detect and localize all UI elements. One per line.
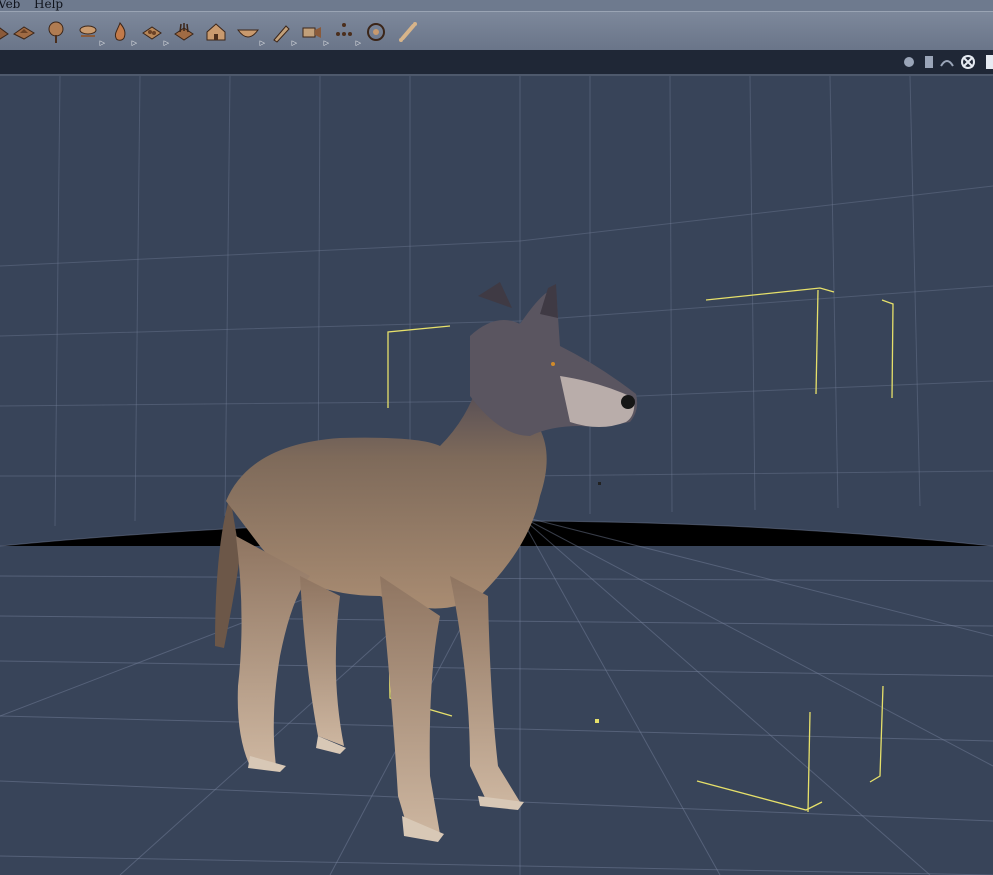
3d-viewport[interactable] <box>0 76 993 875</box>
light-view-icon[interactable] <box>902 54 916 70</box>
fire-icon[interactable]: ▷ <box>108 20 137 47</box>
panel-edge <box>986 55 993 69</box>
bowl-icon[interactable]: ▷ <box>236 20 265 47</box>
house-icon[interactable] <box>204 20 228 44</box>
figure-view-icon[interactable] <box>940 54 954 70</box>
camera-icon[interactable]: ▷ <box>300 20 329 47</box>
plant-icon[interactable]: ▷ <box>140 20 169 47</box>
toolbar: ▷ ▷ ▷ ▷ ▷ ▷ ▷ <box>0 11 993 51</box>
tree-icon[interactable] <box>44 20 68 44</box>
menu-item-web[interactable]: Veb <box>0 0 20 11</box>
menu-item-help[interactable]: Help <box>34 0 63 11</box>
bone-icon[interactable] <box>396 20 420 44</box>
wolf-figure[interactable] <box>215 282 638 842</box>
target-icon[interactable] <box>364 20 388 44</box>
hair-brush-icon[interactable]: ▷ <box>268 20 297 47</box>
center-marker <box>595 719 599 723</box>
menu-bar: Veb Help <box>0 0 993 11</box>
viewport-title-strip <box>0 50 993 76</box>
cloud-icon[interactable]: ▷ <box>76 20 105 47</box>
terrain-icon[interactable] <box>12 20 36 44</box>
pivot-marker <box>598 482 601 485</box>
render-wheel-icon[interactable] <box>961 54 975 70</box>
lights-icon[interactable] <box>0 20 12 44</box>
grass-icon[interactable] <box>172 20 196 44</box>
particles-icon[interactable]: ▷ <box>332 20 361 47</box>
camera-list-icon[interactable] <box>922 54 936 70</box>
